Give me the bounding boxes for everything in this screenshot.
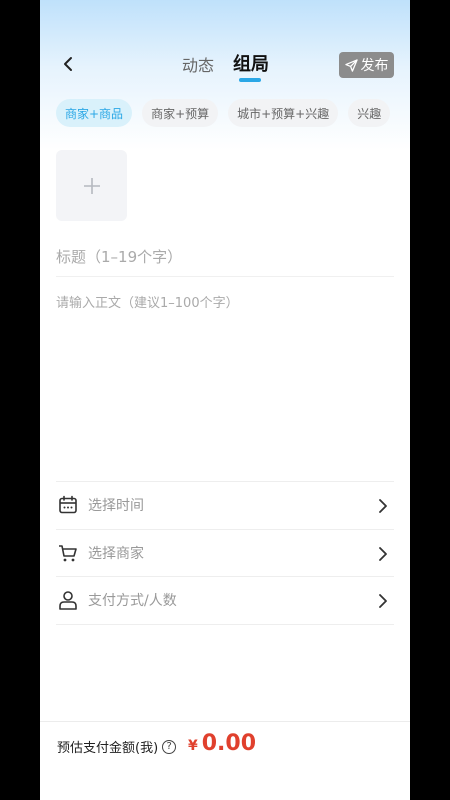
payment-people-row[interactable]: 支付方式/人数 bbox=[56, 577, 394, 625]
publish-label: 发布 bbox=[360, 58, 389, 74]
select-time-row[interactable]: 选择时间 bbox=[56, 482, 394, 530]
tab-dynamic[interactable]: 动态 bbox=[182, 52, 214, 76]
footer-bar: 预估支付金额(我) ? ¥ 0.00 bbox=[40, 721, 410, 800]
estimated-payment-text: 预估支付金额(我) bbox=[57, 741, 159, 756]
chevron-right-icon bbox=[379, 499, 387, 513]
help-icon[interactable]: ? bbox=[162, 739, 177, 754]
header: 动态 组局 发布 bbox=[40, 40, 410, 88]
cart-icon bbox=[57, 542, 79, 564]
title-input[interactable]: 标题（1–19个字） bbox=[56, 237, 394, 277]
select-time-label: 选择时间 bbox=[88, 498, 144, 515]
user-icon bbox=[57, 589, 79, 611]
chevron-right-icon bbox=[379, 594, 387, 608]
options-list: 选择时间 选择商家 支付方式/人数 bbox=[56, 481, 394, 625]
plus-icon bbox=[83, 177, 100, 194]
price-amount: 0.00 bbox=[201, 731, 257, 756]
select-merchant-row[interactable]: 选择商家 bbox=[56, 530, 394, 577]
publish-button[interactable]: 发布 bbox=[339, 52, 394, 78]
back-button[interactable] bbox=[58, 52, 78, 76]
payment-people-label: 支付方式/人数 bbox=[88, 593, 177, 610]
chevron-right-icon bbox=[379, 546, 387, 561]
image-upload-button[interactable] bbox=[56, 150, 127, 221]
chevron-left-icon bbox=[64, 57, 72, 71]
category-chips: 商家+商品 商家+预算 城市+预算+兴趣 兴趣 bbox=[56, 99, 391, 127]
estimated-payment-label: 预估支付金额(我) ? bbox=[57, 737, 177, 756]
select-merchant-label: 选择商家 bbox=[88, 545, 144, 562]
estimated-price: ¥ 0.00 bbox=[188, 731, 256, 756]
active-tab-indicator bbox=[239, 78, 261, 82]
body-textarea[interactable]: 请输入正文（建议1–100个字） bbox=[56, 292, 394, 472]
calendar-icon bbox=[57, 494, 79, 516]
chip-merchant-product[interactable]: 商家+商品 bbox=[56, 99, 133, 127]
chip-merchant-budget[interactable]: 商家+预算 bbox=[142, 99, 219, 127]
phone-screen: 动态 组局 发布 商家+商品 商家+预算 城市+预算+兴趣 兴趣 标题（1–19… bbox=[40, 0, 410, 800]
tab-group[interactable]: 组局 bbox=[233, 50, 269, 76]
chip-city-budget-interest[interactable]: 城市+预算+兴趣 bbox=[228, 99, 339, 127]
chip-interest[interactable]: 兴趣 bbox=[348, 99, 391, 127]
send-icon bbox=[344, 58, 358, 72]
price-currency: ¥ bbox=[188, 738, 198, 754]
